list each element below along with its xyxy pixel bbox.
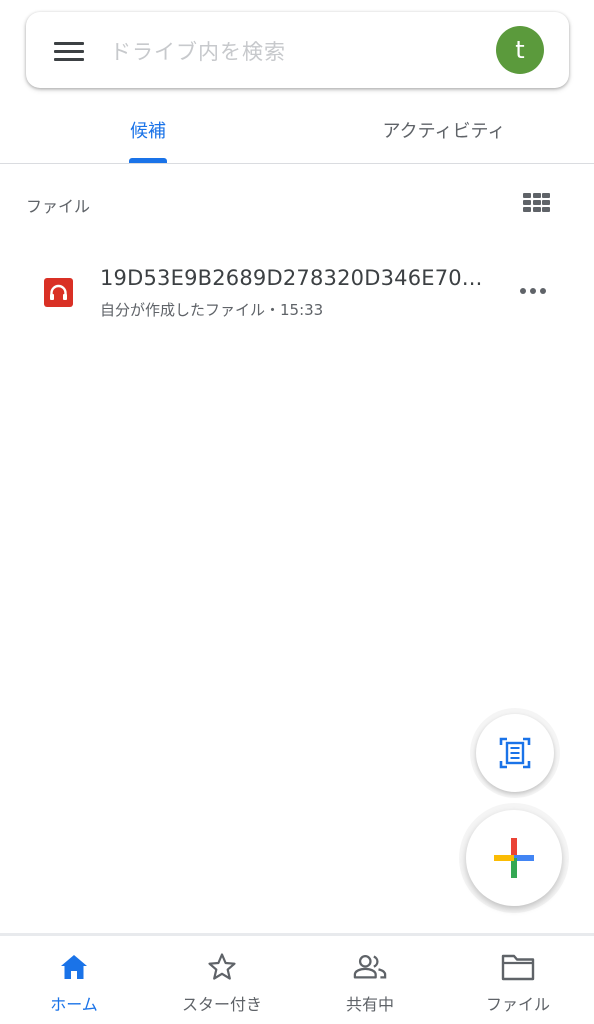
- tab-activity[interactable]: アクティビティ: [354, 96, 534, 164]
- scan-button[interactable]: [476, 714, 554, 792]
- search-input[interactable]: ドライブ内を検索: [110, 36, 286, 66]
- more-options-icon[interactable]: [520, 286, 554, 296]
- file-name: 19D53E9B2689D278320D346E70...: [100, 266, 483, 290]
- nav-label-files: ファイル: [485, 995, 550, 1014]
- plus-icon: [494, 838, 534, 878]
- nav-label-starred: スター付き: [181, 995, 262, 1014]
- star-icon: [205, 950, 239, 984]
- hamburger-menu-icon[interactable]: [54, 42, 84, 62]
- document-scan-icon: [499, 737, 531, 769]
- search-bar[interactable]: ドライブ内を検索 t: [26, 12, 569, 88]
- nav-item-files[interactable]: ファイル: [444, 936, 592, 1024]
- home-icon: [57, 950, 91, 984]
- nav-item-shared[interactable]: 共有中: [296, 936, 444, 1024]
- audio-file-icon: [44, 278, 73, 307]
- nav-item-starred[interactable]: スター付き: [148, 936, 296, 1024]
- grid-view-icon[interactable]: [523, 193, 551, 213]
- new-button[interactable]: [466, 810, 562, 906]
- tab-suggested[interactable]: 候補: [58, 96, 238, 164]
- people-icon: [353, 950, 387, 984]
- nav-label-shared: 共有中: [345, 995, 394, 1014]
- nav-label-home: ホーム: [50, 995, 98, 1014]
- active-tab-indicator: [129, 158, 167, 163]
- avatar[interactable]: t: [496, 26, 544, 74]
- tab-bar: 候補 アクティビティ: [0, 96, 594, 164]
- nav-item-home[interactable]: ホーム: [0, 936, 148, 1024]
- section-label-files: ファイル: [26, 197, 91, 216]
- bottom-navigation: ホーム スター付き 共有中 ファイル: [0, 933, 594, 1024]
- file-list-item[interactable]: 19D53E9B2689D278320D346E70... 自分が作成したファイ…: [0, 250, 594, 334]
- folder-icon: [501, 950, 535, 984]
- file-meta: 自分が作成したファイル・15:33: [100, 301, 324, 319]
